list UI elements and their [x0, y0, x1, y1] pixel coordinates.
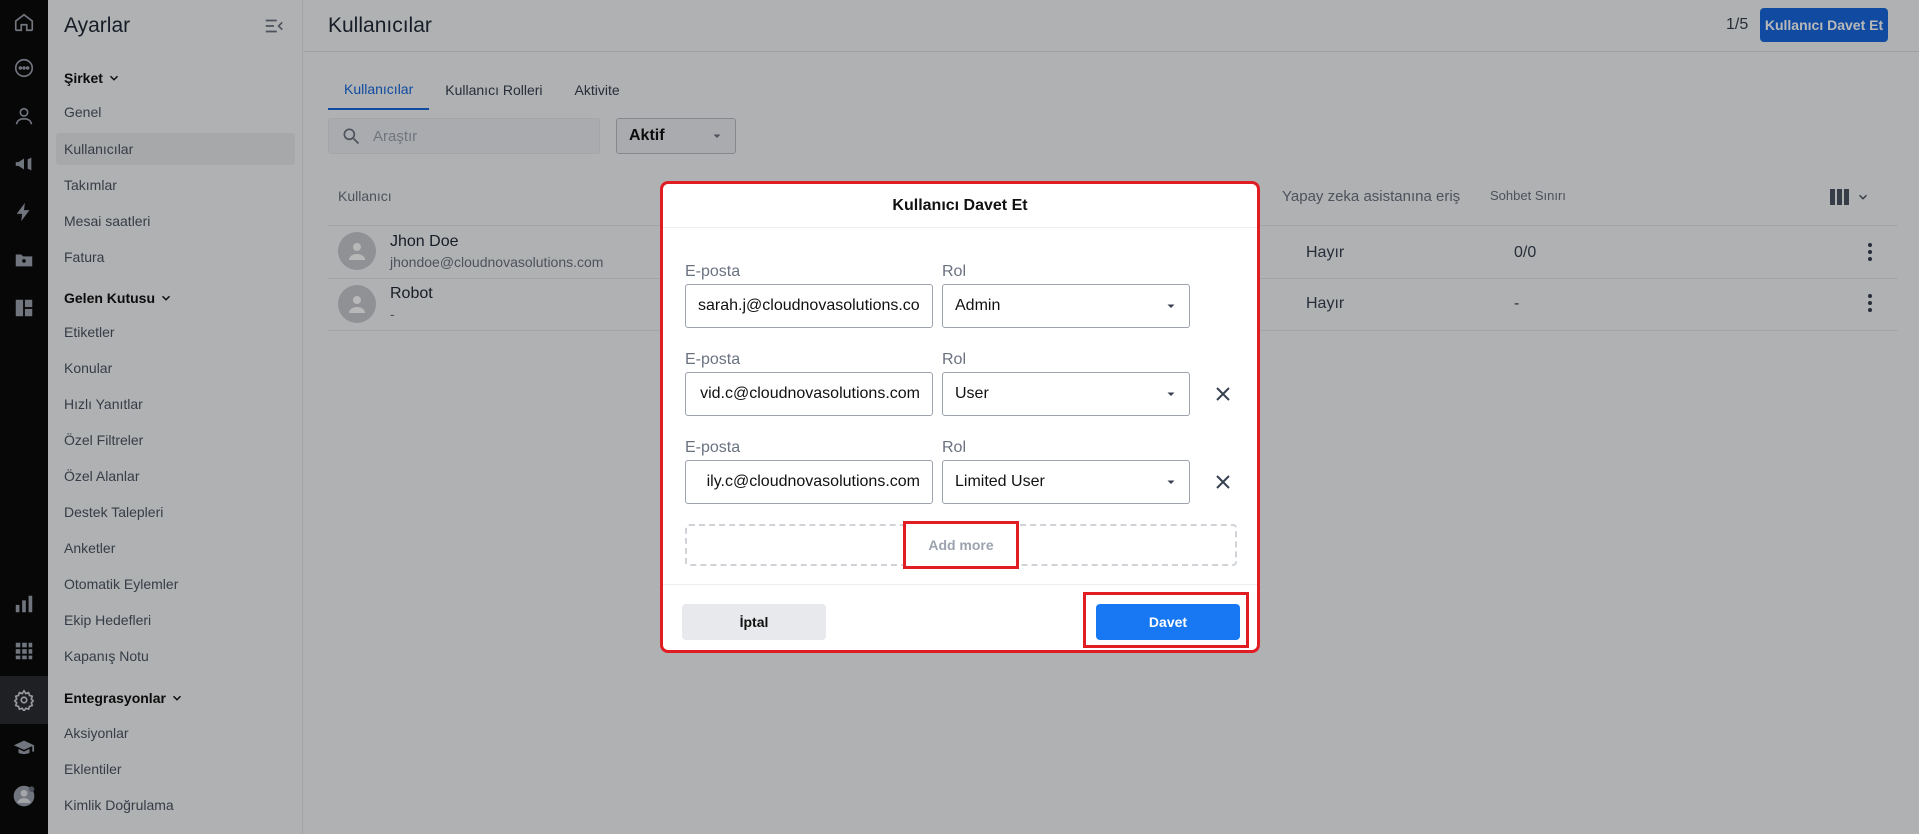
email-field[interactable]: ily.c@cloudnovasolutions.com: [685, 460, 933, 504]
email-field[interactable]: sarah.j@cloudnovasolutions.co: [685, 284, 933, 328]
email-label: E-posta: [685, 439, 741, 456]
role-label: Rol: [942, 351, 967, 368]
dropdown-arrow-icon: [1167, 480, 1175, 484]
role-select[interactable]: Limited User: [942, 460, 1190, 504]
dropdown-arrow-icon: [1167, 392, 1175, 396]
close-icon[interactable]: [1211, 470, 1235, 494]
role-select[interactable]: Admin: [942, 284, 1190, 328]
email-label: E-posta: [685, 263, 741, 280]
email-label: E-posta: [685, 351, 741, 368]
cancel-button[interactable]: İptal: [682, 604, 826, 640]
role-label: Rol: [942, 263, 967, 280]
dropdown-arrow-icon: [1167, 304, 1175, 308]
role-value: Admin: [955, 297, 1001, 314]
role-select[interactable]: User: [942, 372, 1190, 416]
role-value: User: [955, 385, 989, 402]
email-field[interactable]: vid.c@cloudnovasolutions.com: [685, 372, 933, 416]
add-more-button[interactable]: Add more: [903, 521, 1019, 569]
invite-user-modal: Kullanıcı Davet Et E-posta Rol sarah.j@c…: [660, 181, 1260, 653]
modal-title: Kullanıcı Davet Et: [663, 184, 1257, 228]
invite-submit-button[interactable]: Davet: [1096, 604, 1240, 640]
close-icon[interactable]: [1211, 382, 1235, 406]
role-label: Rol: [942, 439, 967, 456]
modal-footer-divider: [663, 584, 1257, 585]
role-value: Limited User: [955, 473, 1045, 490]
